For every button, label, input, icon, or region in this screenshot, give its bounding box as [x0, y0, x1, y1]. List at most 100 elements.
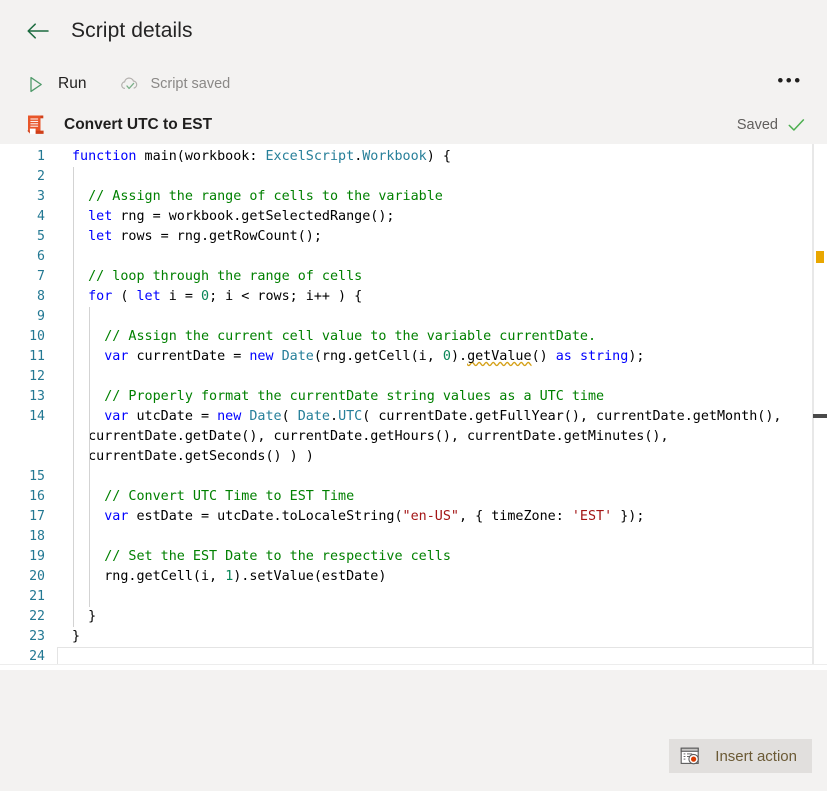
code-line-text[interactable]: } [57, 627, 827, 647]
play-triangle-icon [26, 74, 46, 94]
code-line[interactable]: 15 [0, 467, 827, 487]
indent-guide [72, 527, 74, 547]
code-line-text[interactable] [57, 527, 827, 547]
indent-guide [72, 207, 74, 227]
code-line[interactable]: 20 rng.getCell(i, 1).setValue(estDate) [0, 567, 827, 587]
code-line-text[interactable]: function main(workbook: ExcelScript.Work… [57, 147, 827, 167]
line-number: 23 [29, 629, 45, 644]
code-line[interactable]: 22 } [0, 607, 827, 627]
code-lines-container[interactable]: 1 function main(workbook: ExcelScript.Wor… [0, 144, 827, 665]
code-line-text[interactable]: var estDate = utcDate.toLocaleString("en… [57, 507, 827, 527]
code-line-text[interactable] [57, 467, 827, 487]
checkmark-icon [788, 117, 805, 134]
line-number: 6 [37, 249, 45, 264]
page-header: Script details [0, 0, 827, 62]
indent-guide [72, 227, 74, 247]
ellipsis-icon[interactable]: ••• [775, 70, 805, 98]
indent-guide [72, 347, 74, 367]
code-line[interactable]: 24 [0, 647, 827, 665]
code-line-text[interactable] [57, 587, 827, 607]
indent-guide [88, 507, 90, 527]
script-save-status-label: Script saved [150, 76, 231, 92]
run-button-label: Run [58, 75, 87, 92]
code-line[interactable]: 8 for ( let i = 0; i < rows; i++ ) { [0, 287, 827, 307]
line-number: 16 [29, 489, 45, 504]
indent-guide [88, 487, 90, 507]
indent-guide [72, 367, 74, 387]
code-line[interactable]: 9 [0, 307, 827, 327]
line-number: 7 [37, 269, 45, 284]
code-line-text[interactable]: // Assign the range of cells to the vari… [57, 187, 827, 207]
monaco-editor[interactable]: 1 function main(workbook: ExcelScript.Wor… [0, 144, 827, 665]
code-line[interactable]: 5 let rows = rng.getRowCount(); [0, 227, 827, 247]
code-line-text[interactable]: rng.getCell(i, 1).setValue(estDate) [57, 567, 827, 587]
code-line[interactable]: 17 var estDate = utcDate.toLocaleString(… [0, 507, 827, 527]
code-line[interactable]: 6 [0, 247, 827, 267]
line-number: 14 [29, 409, 45, 424]
page-title: Script details [71, 19, 193, 42]
script-document-icon [25, 114, 47, 136]
overview-warning-marker [816, 251, 824, 263]
line-number: 11 [29, 349, 45, 364]
indent-guide [72, 287, 74, 307]
code-line[interactable]: 16 // Convert UTC Time to EST Time [0, 487, 827, 507]
line-number: 13 [29, 389, 45, 404]
line-number: 1 [37, 149, 45, 164]
indent-guide [72, 247, 74, 267]
code-line-text[interactable] [57, 647, 827, 665]
overview-ruler[interactable] [813, 144, 827, 665]
indent-guide [72, 567, 74, 587]
insert-action-label: Insert action [715, 747, 797, 765]
overview-selection-marker [813, 414, 827, 418]
line-number: 22 [29, 609, 45, 624]
code-line-text[interactable]: // loop through the range of cells [57, 267, 827, 287]
saved-badge-label: Saved [736, 117, 778, 133]
line-number: 15 [29, 469, 45, 484]
run-button[interactable]: Run [26, 68, 86, 100]
script-toolbar: Run Script saved ••• [0, 62, 827, 106]
code-editor-region: 1 function main(workbook: ExcelScript.Wor… [0, 144, 827, 791]
code-line-text[interactable]: var currentDate = new Date(rng.getCell(i… [57, 347, 827, 367]
line-number: 12 [29, 369, 45, 384]
code-line-text[interactable]: let rng = workbook.getSelectedRange(); [57, 207, 827, 227]
code-line[interactable]: 18 [0, 527, 827, 547]
code-line-text[interactable]: var utcDate = new Date( Date.UTC( curren… [57, 407, 827, 467]
code-line-text[interactable] [57, 307, 827, 327]
code-line-text[interactable]: for ( let i = 0; i < rows; i++ ) { [57, 287, 827, 307]
code-line[interactable]: 10 // Assign the current cell value to t… [0, 327, 827, 347]
code-line-text[interactable] [57, 367, 827, 387]
code-line[interactable]: 4 let rng = workbook.getSelectedRange(); [0, 207, 827, 227]
code-line[interactable]: 23} [0, 627, 827, 647]
line-number: 2 [37, 169, 45, 184]
code-line[interactable]: 7 // loop through the range of cells [0, 267, 827, 287]
indent-guide [88, 307, 90, 327]
editor-bottom-separator [0, 664, 827, 665]
code-line-text[interactable]: // Assign the current cell value to the … [57, 327, 827, 347]
code-line-text[interactable]: } [57, 607, 827, 627]
code-line-text[interactable]: let rows = rng.getRowCount(); [57, 227, 827, 247]
back-arrow-icon[interactable] [24, 17, 52, 45]
code-line[interactable]: 14 var utcDate = new Date( Date.UTC( cur… [0, 407, 827, 467]
line-number: 8 [37, 289, 45, 304]
line-number: 20 [29, 569, 45, 584]
code-line[interactable]: 21 [0, 587, 827, 607]
overview-ruler-border [813, 144, 814, 665]
indent-guide [72, 607, 74, 627]
code-line-text[interactable]: // Properly format the currentDate strin… [57, 387, 827, 407]
code-line[interactable]: 1 function main(workbook: ExcelScript.Wor… [0, 147, 827, 167]
code-line[interactable]: 19 // Set the EST Date to the respective… [0, 547, 827, 567]
code-line[interactable]: 3 // Assign the range of cells to the va… [0, 187, 827, 207]
code-line[interactable]: 2 [0, 167, 827, 187]
code-line-text[interactable] [57, 167, 827, 187]
code-line-text[interactable]: // Convert UTC Time to EST Time [57, 487, 827, 507]
code-line[interactable]: 12 [0, 367, 827, 387]
indent-guide [88, 367, 90, 387]
indent-guide [72, 547, 74, 567]
code-line-text[interactable] [57, 247, 827, 267]
code-line[interactable]: 13 // Properly format the currentDate st… [0, 387, 827, 407]
code-line-text[interactable]: // Set the EST Date to the respective ce… [57, 547, 827, 567]
indent-guide [72, 587, 74, 607]
indent-guide [72, 187, 74, 207]
code-line[interactable]: 11 var currentDate = new Date(rng.getCel… [0, 347, 827, 367]
insert-action-button[interactable]: Insert action [669, 739, 812, 773]
